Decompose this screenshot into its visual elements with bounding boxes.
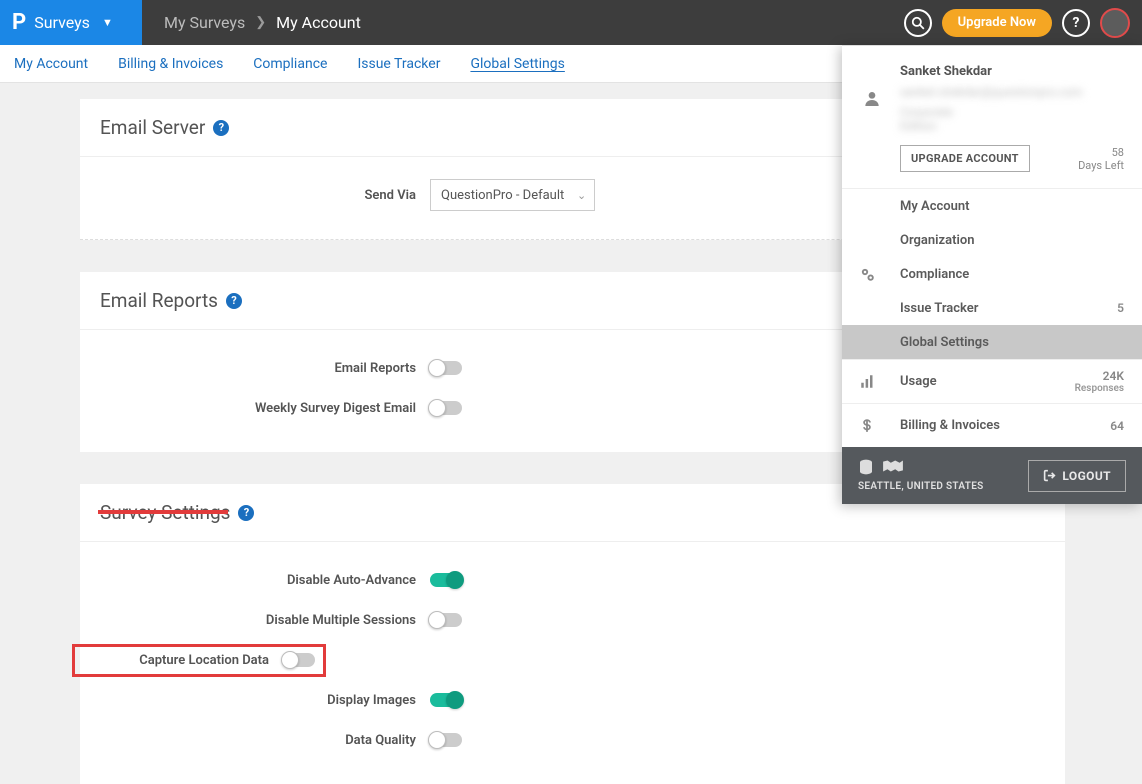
account-menu-issue-tracker[interactable]: Issue Tracker 5 xyxy=(842,291,1142,325)
send-via-value: QuestionPro - Default xyxy=(441,188,564,203)
avatar-button[interactable] xyxy=(1100,8,1130,38)
annotation-underline xyxy=(98,510,228,514)
days-left-block: 58 Days Left xyxy=(1078,146,1124,172)
breadcrumb: My Surveys ❯ My Account xyxy=(142,13,361,32)
panel-title: Email Server xyxy=(100,116,205,139)
upgrade-account-button[interactable]: UPGRADE ACCOUNT xyxy=(900,145,1030,172)
menu-value: 5 xyxy=(1117,301,1124,315)
search-icon xyxy=(911,16,925,30)
brand-block[interactable]: P Surveys ▼ xyxy=(0,0,142,45)
dollar-icon xyxy=(860,419,900,433)
menu-label: Organization xyxy=(900,233,1124,248)
form-row-disable-multiple-sessions: Disable Multiple Sessions xyxy=(80,600,1065,640)
toggle-label: Weekly Survey Digest Email xyxy=(80,401,430,416)
account-menu-billing[interactable]: Billing & Invoices 64 xyxy=(842,403,1142,447)
menu-label: Usage xyxy=(900,374,1075,389)
account-dropdown-panel: Sanket Shekdar sanket.shekdar@questionpr… xyxy=(842,45,1142,504)
account-menu-organization[interactable]: Organization xyxy=(842,223,1142,257)
form-row-data-quality: Data Quality xyxy=(80,720,1065,760)
footer-icons xyxy=(858,459,984,475)
display-images-toggle[interactable] xyxy=(430,693,462,707)
account-panel-footer: SEATTLE, UNITED STATES LOGOUT xyxy=(842,447,1142,504)
days-left-value: 58 xyxy=(1112,146,1124,159)
panel-title: Email Reports xyxy=(100,289,218,312)
help-button[interactable]: ? xyxy=(1062,9,1090,37)
chevron-down-icon: ⌄ xyxy=(577,189,586,202)
toggle-label: Display Images xyxy=(80,693,430,708)
toggle-label: Disable Multiple Sessions xyxy=(80,613,430,628)
logout-icon xyxy=(1043,469,1056,482)
disable-multiple-sessions-toggle[interactable] xyxy=(430,613,462,627)
subnav-billing[interactable]: Billing & Invoices xyxy=(118,56,223,72)
search-button[interactable] xyxy=(904,9,932,37)
panel-body: Disable Auto-Advance Disable Multiple Se… xyxy=(80,542,1065,784)
send-via-select[interactable]: QuestionPro - Default ⌄ xyxy=(430,179,595,211)
toggle-label: Email Reports xyxy=(80,361,430,376)
toggle-label: Data Quality xyxy=(80,733,430,748)
weekly-digest-toggle[interactable] xyxy=(430,401,462,415)
account-menu-list: My Account Organization Compliance Issue… xyxy=(842,188,1142,447)
breadcrumb-root[interactable]: My Surveys xyxy=(164,13,245,32)
menu-value: 64 xyxy=(1110,419,1124,433)
menu-label: Compliance xyxy=(900,267,1124,282)
menu-label: Issue Tracker xyxy=(900,301,1117,316)
account-menu-compliance[interactable]: Compliance xyxy=(842,257,1142,291)
footer-location: SEATTLE, UNITED STATES xyxy=(858,481,984,492)
toggle-label: Capture Location Data xyxy=(75,653,283,668)
account-menu-usage[interactable]: Usage 24K Responses xyxy=(842,359,1142,403)
menu-label: Billing & Invoices xyxy=(900,418,1110,433)
data-quality-toggle[interactable] xyxy=(430,733,462,747)
panel-survey-settings: Survey Settings ? Disable Auto-Advance D… xyxy=(80,484,1065,784)
bars-icon xyxy=(860,374,900,389)
account-menu-my-account[interactable]: My Account xyxy=(842,189,1142,223)
help-icon[interactable]: ? xyxy=(213,120,229,136)
user-icon xyxy=(864,90,880,106)
brand-logo-icon: P xyxy=(12,10,26,35)
user-icon-col xyxy=(860,64,884,172)
disable-auto-advance-toggle[interactable] xyxy=(430,573,462,587)
logout-button[interactable]: LOGOUT xyxy=(1028,460,1126,492)
breadcrumb-current: My Account xyxy=(276,13,361,32)
topbar-right: Upgrade Now ? xyxy=(904,8,1142,38)
account-info: Sanket Shekdar sanket.shekdar@questionpr… xyxy=(900,64,1124,172)
account-edition-blurred: Corporate Edition xyxy=(900,105,980,133)
gears-icon xyxy=(860,267,900,282)
top-bar: P Surveys ▼ My Surveys ❯ My Account Upgr… xyxy=(0,0,1142,45)
capture-location-toggle[interactable] xyxy=(283,653,315,667)
menu-label: My Account xyxy=(900,199,1124,214)
brand-title: Surveys xyxy=(34,13,90,32)
menu-label: Global Settings xyxy=(900,335,1124,350)
form-row-display-images: Display Images xyxy=(80,680,1065,720)
form-row-capture-location: Capture Location Data xyxy=(80,640,1065,680)
toggle-label: Disable Auto-Advance xyxy=(80,573,430,588)
account-user-name: Sanket Shekdar xyxy=(900,64,1124,79)
email-reports-toggle[interactable] xyxy=(430,361,462,375)
logout-label: LOGOUT xyxy=(1062,469,1111,483)
help-icon[interactable]: ? xyxy=(226,293,242,309)
chevron-down-icon: ▼ xyxy=(102,16,113,29)
account-menu-global-settings[interactable]: Global Settings xyxy=(842,325,1142,359)
subnav-issue-tracker[interactable]: Issue Tracker xyxy=(357,56,440,72)
subnav-my-account[interactable]: My Account xyxy=(14,56,88,72)
footer-left: SEATTLE, UNITED STATES xyxy=(858,459,984,492)
days-left-label: Days Left xyxy=(1078,159,1124,172)
send-via-label: Send Via xyxy=(80,188,430,203)
upgrade-now-button[interactable]: Upgrade Now xyxy=(942,9,1052,37)
chevron-right-icon: ❯ xyxy=(255,15,266,30)
annotation-highlight-box: Capture Location Data xyxy=(72,644,326,677)
map-icon xyxy=(882,459,904,473)
subnav-global-settings[interactable]: Global Settings xyxy=(470,56,564,72)
account-info-section: Sanket Shekdar sanket.shekdar@questionpr… xyxy=(842,46,1142,188)
account-email-blurred: sanket.shekdar@questionpro.com xyxy=(900,85,1124,99)
help-icon[interactable]: ? xyxy=(238,505,254,521)
subnav-compliance[interactable]: Compliance xyxy=(253,56,327,72)
menu-value: 24K Responses xyxy=(1075,369,1124,394)
database-icon xyxy=(858,459,874,475)
form-row-disable-auto-advance: Disable Auto-Advance xyxy=(80,560,1065,600)
